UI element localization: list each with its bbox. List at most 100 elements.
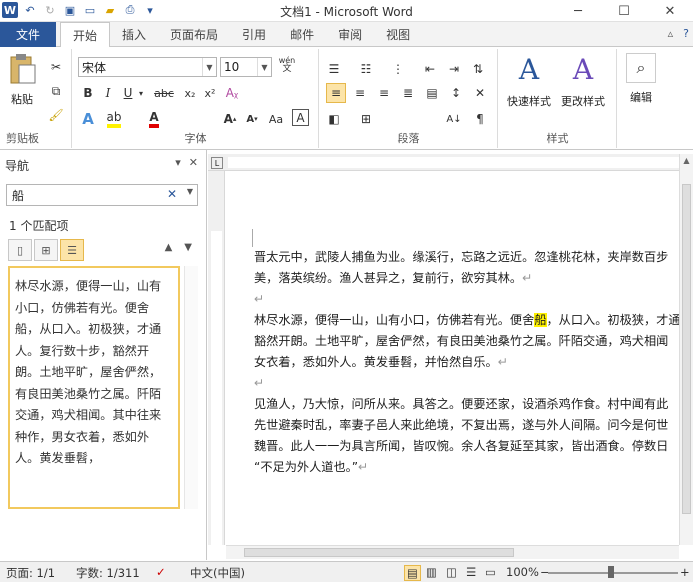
vertical-scroll-thumb[interactable] [682,184,691,514]
align-left-button[interactable]: ≡ [326,83,346,103]
language[interactable]: 中文(中国) [190,565,245,581]
clear-formatting-icon[interactable]: Aᵪ [222,83,242,103]
tab-home[interactable]: 开始 [60,22,111,48]
superscript-button[interactable]: x² [200,83,220,103]
asian-layout-icon[interactable]: ⇅ [468,59,488,79]
close-button[interactable]: ✕ [647,0,693,22]
grow-font-icon[interactable]: A ▴ [220,109,240,129]
shrink-font-icon[interactable]: A ▾ [242,109,262,129]
paragraph-1[interactable]: 晋太元中，武陵人捕鱼为业。缘溪行，忘路之远近。忽逢桃花林，夹岸数百步 美，落英缤… [254,247,679,310]
pages-icon: ⊞ [41,243,51,257]
help-icon[interactable]: ? [683,27,689,40]
zoom-level[interactable]: 100% [506,565,539,579]
close-icon[interactable]: ✕ [189,156,198,169]
format-painter-icon[interactable]: 🖌 [46,105,66,125]
borders-icon[interactable]: ⊞ [356,109,376,129]
tab-review[interactable]: 审阅 [326,22,374,47]
paragraph-group-label: 段落 [397,132,420,145]
clear-search-icon[interactable]: ✕ [167,187,177,201]
proofing-icon[interactable]: ✓ [156,565,166,579]
align-right-button[interactable]: ≡ [374,83,394,103]
minimize-button[interactable]: ─ [555,0,601,22]
previous-result-icon[interactable]: ▲ [165,242,173,253]
line-spacing-icon[interactable]: ↕ [446,83,466,103]
maximize-button[interactable]: ☐ [601,0,647,22]
character-border-icon[interactable]: A [292,109,309,126]
print-layout-icon[interactable]: ▤ [404,565,421,581]
tab-references[interactable]: 引用 [230,22,278,47]
bold-button[interactable]: B [78,83,98,103]
scroll-up-icon[interactable]: ▲ [680,156,693,165]
sort-icon[interactable]: A↓ [444,109,464,129]
minimize-ribbon-icon[interactable]: ▵ [668,27,674,40]
change-case-icon[interactable]: Aa [266,109,286,129]
phonetic-guide-icon[interactable]: wén 文 [275,55,299,75]
distributed-button[interactable]: ▤ [422,83,442,103]
paragraph-3[interactable]: 见渔人，乃大惊，问所从来。具答之。便要还家，设酒杀鸡作食。村中闻有此 先世避秦时… [254,394,679,478]
underline-dropdown-icon[interactable]: ▾ [136,83,146,103]
outline-icon[interactable]: ☰ [466,565,476,579]
horizontal-scroll-thumb[interactable] [244,548,514,557]
match-count: 1 个匹配项 [9,219,69,233]
cut-icon[interactable]: ✂ [46,57,66,77]
multilevel-list-icon[interactable]: ⋮ [388,59,408,79]
show-marks-icon[interactable]: ¶ [470,109,490,129]
copy-icon[interactable]: ⧉ [46,81,66,101]
justify-button[interactable]: ≣ [398,83,418,103]
draft-icon[interactable]: ▭ [485,565,496,579]
strikethrough-button[interactable]: abc [152,83,176,103]
result-line: 交通，鸡犬相闻。其中往来 [15,408,162,422]
zoom-slider-thumb[interactable] [608,566,614,578]
shading-icon[interactable]: ◧ [324,109,344,129]
web-layout-icon[interactable]: ◫ [446,565,457,579]
increase-indent-icon[interactable]: ⇥ [444,59,464,79]
tab-file[interactable]: 文件 [0,22,56,47]
tab-selector-icon[interactable]: L [211,157,223,169]
font-name-combo[interactable]: 宋体 ▼ [78,57,217,77]
chevron-down-icon[interactable]: ▾ [175,156,181,169]
align-center-button[interactable]: ≡ [350,83,370,103]
full-screen-reading-icon[interactable]: ▥ [426,565,437,579]
font-color-icon[interactable]: A [144,109,164,129]
binoculars-icon: ⌕ [626,53,656,83]
italic-button[interactable]: I [98,83,118,103]
search-result-item[interactable]: 林尽水源，便得一山，山有 小口，仿佛若有光。便舍 船，从口入。初极狭，才通 人。… [8,266,180,509]
next-result-icon[interactable]: ▼ [184,242,192,253]
change-styles-button[interactable]: A 更改样式 [561,53,605,109]
vertical-scrollbar[interactable]: ▲ [679,154,693,545]
decrease-indent-icon[interactable]: ⇤ [420,59,440,79]
editing-group: ⌕ 编辑 [618,49,664,148]
paragraph-2[interactable]: 林尽水源，便得一山，山有小口，仿佛若有光。便舍船，从口入。初极狭，才通人 豁然开… [254,310,679,394]
tab-page-layout[interactable]: 页面布局 [158,22,230,47]
nav-results-scrollbar[interactable] [184,266,198,509]
title-bar: W ↶ ↻ ▣ ▭ ▰ ⎙ ▾ 文档1 - Microsoft Word ─ ☐… [0,0,693,22]
text-effects-icon[interactable]: A [78,109,98,129]
tab-results[interactable]: ☰ [60,239,84,261]
word-count[interactable]: 字数: 1/311 [76,565,140,581]
horizontal-scrollbar[interactable] [226,545,679,559]
search-options-icon[interactable]: ▼ [187,187,193,196]
tab-insert[interactable]: 插入 [110,22,158,47]
chinese-layout-icon[interactable]: ✕ [470,83,490,103]
document-page[interactable]: 晋太元中，武陵人捕鱼为业。缘溪行，忘路之远近。忽逢桃花林，夹岸数百步 美，落英缤… [226,171,679,545]
page-count[interactable]: 页面: 1/1 [6,565,55,581]
quick-styles-button[interactable]: A 快速样式 [507,53,551,109]
subscript-button[interactable]: x₂ [180,83,200,103]
bullets-icon[interactable]: ☰ [324,59,344,79]
vertical-ruler[interactable] [208,171,225,545]
tab-mailings[interactable]: 邮件 [278,22,326,47]
paste-button[interactable]: 粘贴 [6,53,38,107]
tab-headings[interactable]: ▯ [8,239,32,261]
numbering-icon[interactable]: ☷ [356,59,376,79]
highlight-color-icon[interactable]: ab [104,109,124,129]
editing-button[interactable]: ⌕ 编辑 [626,53,656,105]
zoom-in-icon[interactable]: + [680,565,690,579]
tab-view[interactable]: 视图 [374,22,422,47]
underline-button[interactable]: U [118,83,138,103]
result-line: 小口，仿佛若有光。便舍 [15,300,150,315]
tab-pages[interactable]: ⊞ [34,239,58,261]
horizontal-ruler[interactable] [208,154,693,171]
nav-search-input[interactable]: 船 ✕ ▼ [6,184,198,206]
ribbon: 粘贴 ✂ ⧉ 🖌 剪贴板 宋体 ▼ 10 ▼ wén 文 B I U ▾ abc x₂… [0,47,693,150]
font-size-combo[interactable]: 10 ▼ [220,57,272,77]
